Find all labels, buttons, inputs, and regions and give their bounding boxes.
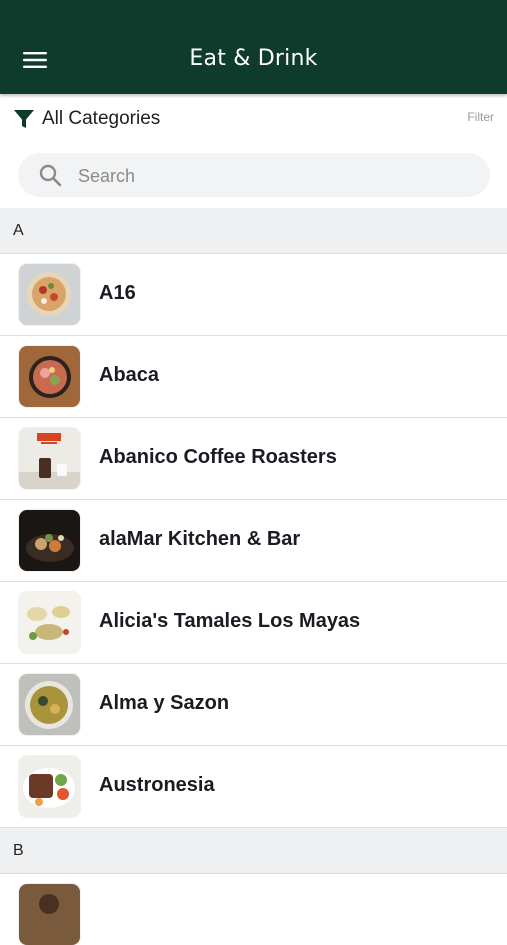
search-input[interactable] — [76, 153, 480, 199]
list-item[interactable]: A16 — [0, 254, 507, 336]
restaurant-thumbnail — [19, 346, 80, 407]
restaurant-name: A16 — [99, 282, 136, 304]
section-header-b: B — [0, 828, 507, 874]
list-item[interactable]: alaMar Kitchen & Bar — [0, 500, 507, 582]
page-title: Eat & Drink — [189, 46, 318, 71]
list-item[interactable]: Abaca — [0, 336, 507, 418]
app-bar: Eat & Drink — [0, 22, 507, 94]
restaurant-name: Alma y Sazon — [99, 692, 230, 714]
category-label: All Categories — [42, 108, 161, 129]
section-header-a: A — [0, 208, 507, 254]
restaurant-thumbnail — [19, 510, 80, 571]
restaurant-name: Alicia's Tamales Los Mayas — [99, 610, 361, 632]
list-item[interactable]: Alma y Sazon — [0, 664, 507, 746]
restaurant-name: alaMar Kitchen & Bar — [99, 528, 301, 550]
restaurant-list: A A16 Abaca Abanico Coffee Roasters alaM… — [0, 208, 507, 945]
search-icon — [39, 164, 62, 187]
restaurant-thumbnail — [19, 884, 80, 945]
search-bar[interactable] — [18, 153, 490, 199]
restaurant-thumbnail — [19, 264, 80, 325]
category-selector[interactable]: All Categories — [12, 106, 160, 132]
filter-row: All Categories Filter — [0, 94, 507, 144]
restaurant-thumbnail — [19, 428, 80, 489]
restaurant-name: Abaca — [99, 364, 160, 386]
restaurant-name: Austronesia — [99, 774, 215, 796]
list-item[interactable]: Abanico Coffee Roasters — [0, 418, 507, 500]
restaurant-thumbnail — [19, 592, 80, 653]
list-item[interactable]: Alicia's Tamales Los Mayas — [0, 582, 507, 664]
restaurant-thumbnail — [19, 674, 80, 735]
funnel-icon — [14, 110, 34, 128]
filter-button[interactable]: Filter — [467, 110, 494, 124]
restaurant-name: Abanico Coffee Roasters — [99, 446, 337, 468]
list-item[interactable]: Austronesia — [0, 746, 507, 828]
list-item[interactable] — [0, 874, 507, 945]
restaurant-thumbnail — [19, 756, 80, 817]
status-bar — [0, 0, 507, 22]
